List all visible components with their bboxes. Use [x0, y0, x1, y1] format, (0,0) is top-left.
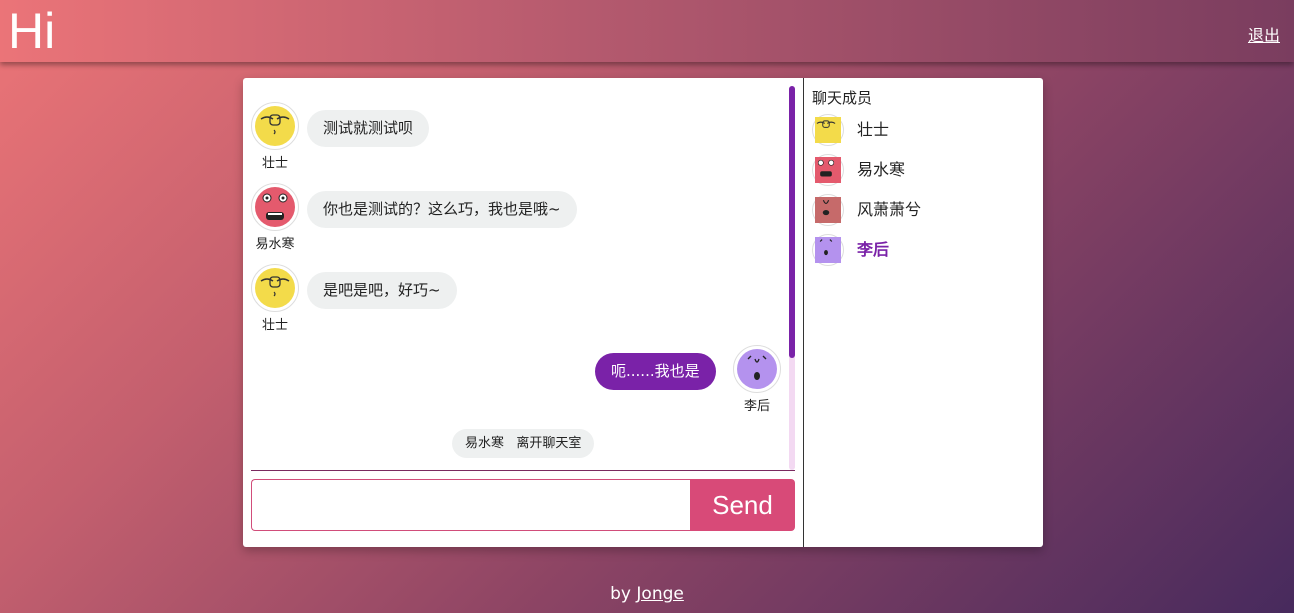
avatar — [251, 102, 299, 150]
avatar — [812, 154, 844, 186]
member-list-title: 聊天成员 — [812, 89, 873, 107]
message-item: 壮士 是吧是吧，好巧~ — [251, 264, 789, 333]
message-bubble-own: 呃......我也是 — [595, 353, 716, 390]
message-bubble: 测试就测试呗 — [307, 110, 430, 147]
avatar — [812, 114, 844, 146]
message-bubble: 你也是测试的？这么巧，我也是哦~ — [307, 191, 577, 228]
input-divider — [251, 470, 795, 471]
member-item[interactable]: 易水寒 — [812, 148, 1032, 188]
member-item[interactable]: 风萧萧兮 — [812, 188, 1032, 228]
message-author: 壮士 — [261, 156, 288, 171]
red-face-icon — [255, 187, 295, 227]
yellow-face-icon — [255, 268, 295, 308]
message-author: 壮士 — [261, 318, 288, 333]
top-bar: Hi 退出 — [0, 0, 1294, 62]
member-name: 李后 — [857, 240, 890, 259]
logout-link[interactable]: 退出 — [1248, 22, 1280, 46]
avatar — [812, 234, 844, 266]
purple-face-icon — [737, 349, 777, 389]
yellow-face-icon — [255, 106, 295, 146]
system-notice: 易水寒 离开聊天室 — [452, 429, 595, 458]
message-author: 易水寒 — [255, 237, 295, 252]
scrollbar-thumb[interactable] — [789, 86, 795, 358]
message-list[interactable]: 壮士 测试就测试呗 易水寒 你也是测试的？这么巧，我也是哦~ 壮士 是吧是吧，好… — [251, 86, 789, 470]
send-button[interactable]: Send — [690, 479, 795, 531]
chat-panel: 壮士 测试就测试呗 易水寒 你也是测试的？这么巧，我也是哦~ 壮士 是吧是吧，好… — [243, 78, 1043, 547]
message-author: 李后 — [743, 399, 770, 414]
yellow-face-icon — [815, 117, 841, 143]
member-list: 聊天成员 壮士 易水寒 风萧萧兮 李后 — [812, 88, 1032, 268]
message-item: 易水寒 你也是测试的？这么巧，我也是哦~ — [251, 183, 789, 252]
member-item-self[interactable]: 李后 — [812, 228, 1032, 268]
brown-face-icon — [815, 197, 841, 223]
message-input[interactable] — [251, 479, 691, 531]
avatar — [251, 264, 299, 312]
avatar — [251, 183, 299, 231]
message-item-own: 李后 呃......我也是 — [251, 345, 789, 414]
avatar — [733, 345, 781, 393]
purple-face-icon — [815, 237, 841, 263]
message-bubble: 是吧是吧，好巧~ — [307, 272, 457, 309]
message-scrollbar[interactable] — [789, 86, 795, 470]
author-link[interactable]: Jonge — [636, 584, 683, 604]
message-item: 壮士 测试就测试呗 — [251, 102, 789, 171]
footer: by Jonge — [0, 584, 1294, 604]
chat-area: 壮士 测试就测试呗 易水寒 你也是测试的？这么巧，我也是哦~ 壮士 是吧是吧，好… — [243, 78, 803, 547]
footer-prefix: by — [610, 584, 631, 604]
brand-logo: Hi — [8, 3, 56, 59]
panel-divider — [803, 78, 804, 547]
member-name: 风萧萧兮 — [857, 200, 922, 219]
member-item[interactable]: 壮士 — [812, 108, 1032, 148]
avatar — [812, 194, 844, 226]
member-name: 壮士 — [857, 120, 890, 139]
compose-bar: Send — [251, 479, 795, 531]
member-name: 易水寒 — [857, 160, 906, 179]
red-face-icon — [815, 157, 841, 183]
